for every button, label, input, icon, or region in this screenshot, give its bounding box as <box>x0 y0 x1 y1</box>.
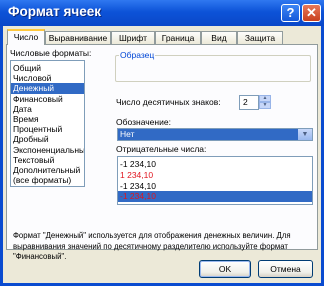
cancel-button[interactable]: Отмена <box>258 260 313 278</box>
list-item[interactable]: Время <box>11 114 84 124</box>
negative-label: Отрицательные числа: <box>116 144 207 154</box>
tab-font[interactable]: Шрифт <box>111 31 155 44</box>
list-item[interactable]: (все форматы) <box>11 175 84 185</box>
help-button[interactable]: ? <box>281 4 300 22</box>
title-bar[interactable]: Формат ячеек ? ✕ <box>0 0 324 26</box>
list-item[interactable]: Дата <box>11 104 84 114</box>
formats-list[interactable]: Общий Числовой Денежный Финансовый Дата … <box>10 60 85 187</box>
list-item[interactable]: -1 234,10 <box>118 181 312 192</box>
negative-list[interactable]: -1 234,10 1 234,10 -1 234,10 -1 234,10 <box>117 156 313 205</box>
list-item[interactable]: -1 234,10 <box>118 159 312 170</box>
format-cells-dialog: Формат ячеек ? ✕ Число Выравнивание Шриф… <box>0 0 324 286</box>
list-item[interactable]: Процентный <box>11 124 84 134</box>
tab-view[interactable]: Вид <box>201 31 237 44</box>
formats-label: Числовые форматы: <box>10 48 92 58</box>
list-item[interactable]: Общий <box>11 63 84 73</box>
close-button[interactable]: ✕ <box>302 4 321 22</box>
spin-up-icon[interactable]: ▲ <box>259 95 271 102</box>
list-item[interactable]: 1 234,10 <box>118 170 312 181</box>
list-item[interactable]: Числовой <box>11 73 84 83</box>
list-item[interactable]: Дробный <box>11 134 84 144</box>
list-item[interactable]: Дополнительный <box>11 165 84 175</box>
list-item[interactable]: Денежный <box>11 83 84 94</box>
chevron-down-icon[interactable]: ▼ <box>298 129 312 140</box>
tab-protection[interactable]: Защита <box>237 31 283 44</box>
dialog-body: Число Выравнивание Шрифт Граница Вид Защ… <box>3 26 321 283</box>
ok-button[interactable]: OK <box>199 260 251 278</box>
list-item[interactable]: Текстовый <box>11 155 84 165</box>
decimals-label: Число десятичных знаков: <box>116 97 221 107</box>
list-item[interactable]: Финансовый <box>11 94 84 104</box>
tab-border[interactable]: Граница <box>155 31 201 44</box>
dialog-title: Формат ячеек <box>8 4 102 19</box>
tab-panel-number: Числовые форматы: Общий Числовой Денежны… <box>6 44 318 261</box>
tab-alignment[interactable]: Выравнивание <box>45 31 111 44</box>
sample-group: Образец <box>115 50 311 82</box>
symbol-value: Нет <box>120 129 135 139</box>
spin-down-icon[interactable]: ▼ <box>259 102 271 109</box>
tab-number[interactable]: Число <box>7 29 45 45</box>
list-item[interactable]: Экспоненциальный <box>11 145 84 155</box>
symbol-label: Обозначение: <box>116 117 171 127</box>
decimals-input[interactable]: 2 <box>239 95 259 110</box>
list-item[interactable]: -1 234,10 <box>118 191 312 203</box>
format-description: Формат "Денежный" используется для отобр… <box>13 231 291 261</box>
sample-label: Образец <box>119 50 156 60</box>
symbol-select[interactable]: Нет ▼ <box>117 128 313 141</box>
